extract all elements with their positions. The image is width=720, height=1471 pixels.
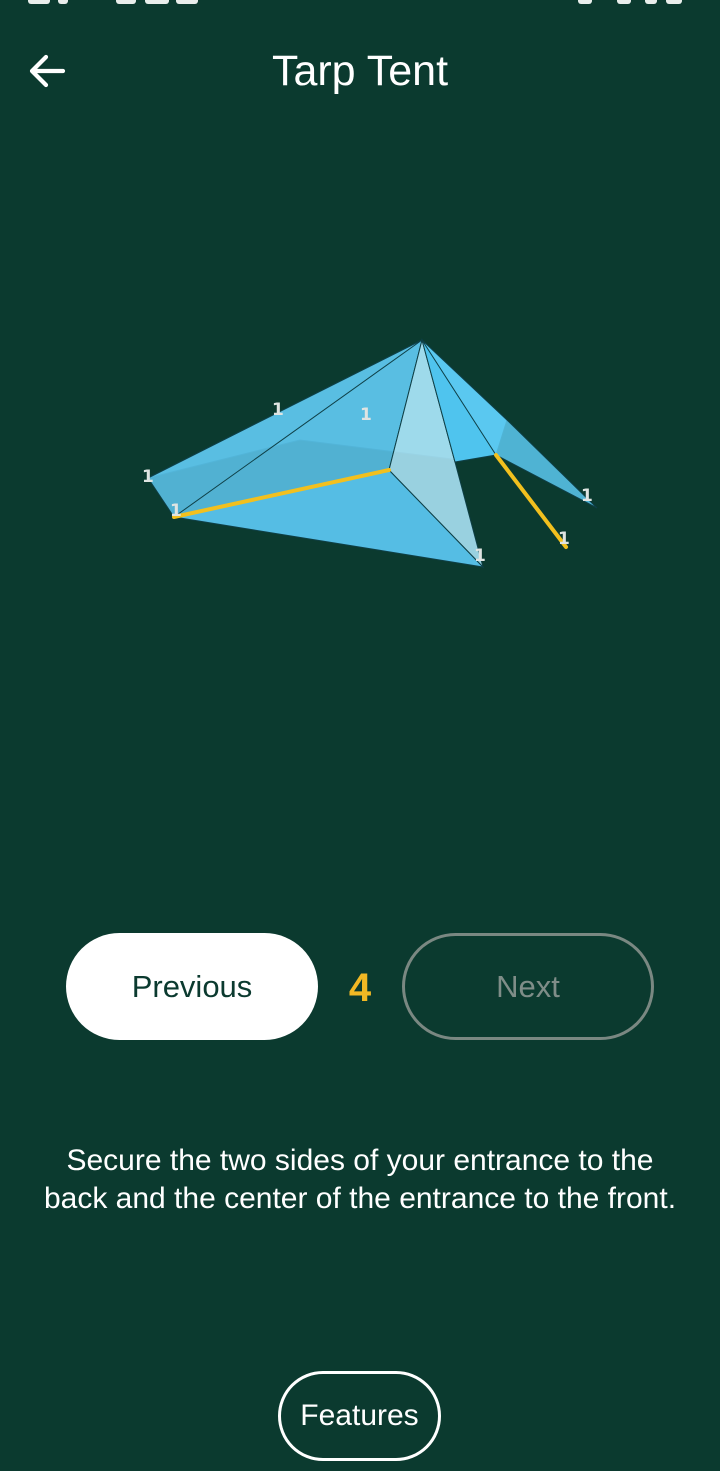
stake-label: 1 [581,486,593,506]
previous-button[interactable]: Previous [66,933,318,1040]
stake-label: 1 [272,400,284,420]
stake-label: 1 [170,501,182,521]
notification-icon [145,0,169,4]
instruction-text: Secure the two sides of your entrance to… [43,1144,677,1215]
battery-icon [666,0,682,4]
features-button-label: Features [300,1399,419,1432]
status-time-glyph [58,0,68,4]
wifi-icon [617,0,631,4]
next-button[interactable]: Next [402,933,654,1040]
signal-icon [578,0,592,4]
stake-label: 1 [558,529,570,549]
status-bar [0,0,720,8]
status-time-glyph [28,0,50,4]
stake-label: 1 [360,405,372,425]
page-title: Tarp Tent [271,47,449,95]
features-button[interactable]: Features [278,1371,441,1461]
signal-icon [645,0,657,4]
stake-label: 1 [474,546,486,566]
notification-icon [176,0,198,4]
stake-label: 1 [142,467,154,487]
tarp-tent-diagram: 1 1 1 1 1 1 1 [142,338,598,569]
notification-icon [116,0,136,4]
next-button-label: Next [496,968,560,1004]
step-number: 4 [348,966,372,1010]
previous-button-label: Previous [131,968,253,1004]
